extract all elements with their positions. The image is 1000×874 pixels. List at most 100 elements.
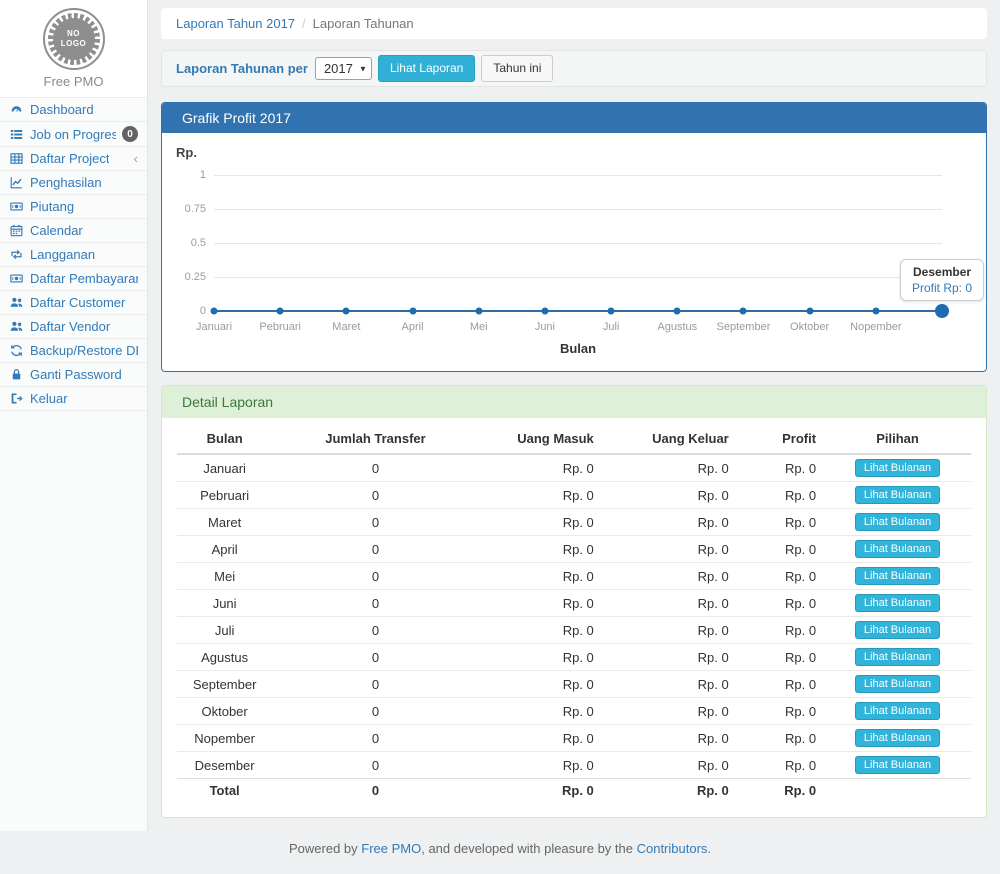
cell-jumlah_transfer: 0 [272, 644, 478, 671]
sidebar-item-job-on-progress[interactable]: Job on Progress0 [0, 122, 147, 147]
table-total-row: Total0Rp. 0Rp. 0Rp. 0 [177, 779, 971, 803]
refresh-icon [9, 344, 24, 357]
gridline [214, 277, 942, 278]
cell-uang_masuk: Rp. 0 [479, 644, 602, 671]
cell-bulan: Agustus [177, 644, 272, 671]
x-axis-tick: Mei [470, 321, 488, 333]
lihat-bulanan-button[interactable]: Lihat Bulanan [855, 621, 940, 639]
year-select-wrap: 2017 ▼ [315, 57, 372, 80]
cell-bulan: Nopember [177, 725, 272, 752]
cell-uang_masuk: Rp. 0 [479, 617, 602, 644]
x-axis-tick: Juni [535, 321, 555, 333]
y-axis-tick: 0.75 [170, 203, 206, 215]
sidebar-item-ganti-password[interactable]: Ganti Password [0, 363, 147, 387]
cell-uang_keluar: Rp. 0 [602, 617, 737, 644]
total-pilihan-empty [824, 779, 971, 803]
cell-uang_keluar: Rp. 0 [602, 563, 737, 590]
chart-point-mei[interactable] [475, 308, 482, 315]
sidebar-item-daftar-pembayaran[interactable]: Daftar Pembayaran [0, 267, 147, 291]
cell-uang_masuk: Rp. 0 [479, 698, 602, 725]
footer-link-contributors[interactable]: Contributors. [637, 841, 711, 856]
gridline [214, 209, 942, 210]
cell-pilihan: Lihat Bulanan [824, 698, 971, 725]
chart-point-pebruari[interactable] [277, 308, 284, 315]
breadcrumb-link-laporan-tahun[interactable]: Laporan Tahun 2017 [176, 16, 295, 31]
sidebar-item-label: Daftar Customer [30, 295, 125, 310]
chart-point-juni[interactable] [541, 308, 548, 315]
table-row-juni: Juni0Rp. 0Rp. 0Rp. 0Lihat Bulanan [177, 590, 971, 617]
lihat-bulanan-button[interactable]: Lihat Bulanan [855, 567, 940, 585]
chart-y-axis-label: Rp. [176, 145, 197, 160]
sidebar-item-calendar[interactable]: Calendar [0, 219, 147, 243]
breadcrumb-current: Laporan Tahunan [313, 16, 414, 31]
chart-point-nopember[interactable] [872, 308, 879, 315]
cell-jumlah_transfer: 0 [272, 698, 478, 725]
gridline [214, 175, 942, 176]
lihat-laporan-button[interactable]: Lihat Laporan [378, 55, 475, 82]
lihat-bulanan-button[interactable]: Lihat Bulanan [855, 729, 940, 747]
chart-point-september[interactable] [740, 308, 747, 315]
tahun-ini-button[interactable]: Tahun ini [481, 55, 553, 82]
sidebar-item-daftar-vendor[interactable]: Daftar Vendor [0, 315, 147, 339]
report-filter-bar: Laporan Tahunan per 2017 ▼ Lihat Laporan… [161, 50, 987, 87]
sidebar-item-daftar-customer[interactable]: Daftar Customer [0, 291, 147, 315]
sidebar-item-label: Daftar Pembayaran [30, 271, 138, 286]
lihat-bulanan-button[interactable]: Lihat Bulanan [855, 594, 940, 612]
chart-point-april[interactable] [409, 308, 416, 315]
detail-report-panel: Detail Laporan BulanJumlah TransferUang … [161, 385, 987, 818]
lihat-bulanan-button[interactable]: Lihat Bulanan [855, 675, 940, 693]
chart-panel-title: Grafik Profit 2017 [162, 103, 986, 133]
sidebar-item-langganan[interactable]: Langganan [0, 243, 147, 267]
chart-point-juli[interactable] [608, 308, 615, 315]
sidebar-item-backup-restore-db[interactable]: Backup/Restore DB [0, 339, 147, 363]
filter-label: Laporan Tahunan per [176, 61, 308, 76]
table-header-row: BulanJumlah TransferUang MasukUang Kelua… [177, 424, 971, 454]
lihat-bulanan-button[interactable]: Lihat Bulanan [855, 459, 940, 477]
cell-bulan: Juni [177, 590, 272, 617]
cell-profit: Rp. 0 [737, 644, 824, 671]
sidebar-item-keluar[interactable]: Keluar [0, 387, 147, 411]
footer-link-free-pmo[interactable]: Free PMO [361, 841, 421, 856]
lihat-bulanan-button[interactable]: Lihat Bulanan [855, 756, 940, 774]
cell-uang_keluar: Rp. 0 [602, 590, 737, 617]
x-axis-tick: Nopember [850, 321, 901, 333]
total-uang_keluar: Rp. 0 [602, 779, 737, 803]
lihat-bulanan-button[interactable]: Lihat Bulanan [855, 513, 940, 531]
lihat-bulanan-button[interactable]: Lihat Bulanan [855, 486, 940, 504]
x-axis-tick: Januari [196, 321, 232, 333]
sidebar-item-dashboard[interactable]: Dashboard [0, 98, 147, 122]
lihat-bulanan-button[interactable]: Lihat Bulanan [855, 702, 940, 720]
cell-profit: Rp. 0 [737, 617, 824, 644]
x-axis-tick: Maret [332, 321, 360, 333]
chart-point-active-desember[interactable] [935, 304, 949, 318]
cell-profit: Rp. 0 [737, 671, 824, 698]
total-jumlah_transfer: 0 [272, 779, 478, 803]
sidebar-item-penghasilan[interactable]: Penghasilan [0, 171, 147, 195]
y-axis-tick: 0.5 [170, 237, 206, 249]
total-bulan: Total [177, 779, 272, 803]
chart-point-maret[interactable] [343, 308, 350, 315]
x-axis-tick: Oktober [790, 321, 829, 333]
x-axis-tick: September [717, 321, 771, 333]
table-row-april: April0Rp. 0Rp. 0Rp. 0Lihat Bulanan [177, 536, 971, 563]
sidebar-item-daftar-project[interactable]: Daftar Project‹ [0, 147, 147, 171]
chart-point-oktober[interactable] [806, 308, 813, 315]
sidebar-item-piutang[interactable]: Piutang [0, 195, 147, 219]
lihat-bulanan-button[interactable]: Lihat Bulanan [855, 648, 940, 666]
cell-profit: Rp. 0 [737, 590, 824, 617]
chart-point-januari[interactable] [211, 308, 218, 315]
cell-pilihan: Lihat Bulanan [824, 536, 971, 563]
x-axis-tick: Juli [603, 321, 620, 333]
tooltip-title: Desember [912, 265, 972, 279]
cell-jumlah_transfer: 0 [272, 617, 478, 644]
lihat-bulanan-button[interactable]: Lihat Bulanan [855, 540, 940, 558]
cell-uang_keluar: Rp. 0 [602, 509, 737, 536]
sidebar-item-label: Daftar Vendor [30, 319, 110, 334]
year-select[interactable]: 2017 [315, 57, 372, 80]
table-row-september: September0Rp. 0Rp. 0Rp. 0Lihat Bulanan [177, 671, 971, 698]
chart-point-agustus[interactable] [674, 308, 681, 315]
table-row-maret: Maret0Rp. 0Rp. 0Rp. 0Lihat Bulanan [177, 509, 971, 536]
cell-uang_keluar: Rp. 0 [602, 644, 737, 671]
cell-uang_keluar: Rp. 0 [602, 482, 737, 509]
cell-bulan: Juli [177, 617, 272, 644]
